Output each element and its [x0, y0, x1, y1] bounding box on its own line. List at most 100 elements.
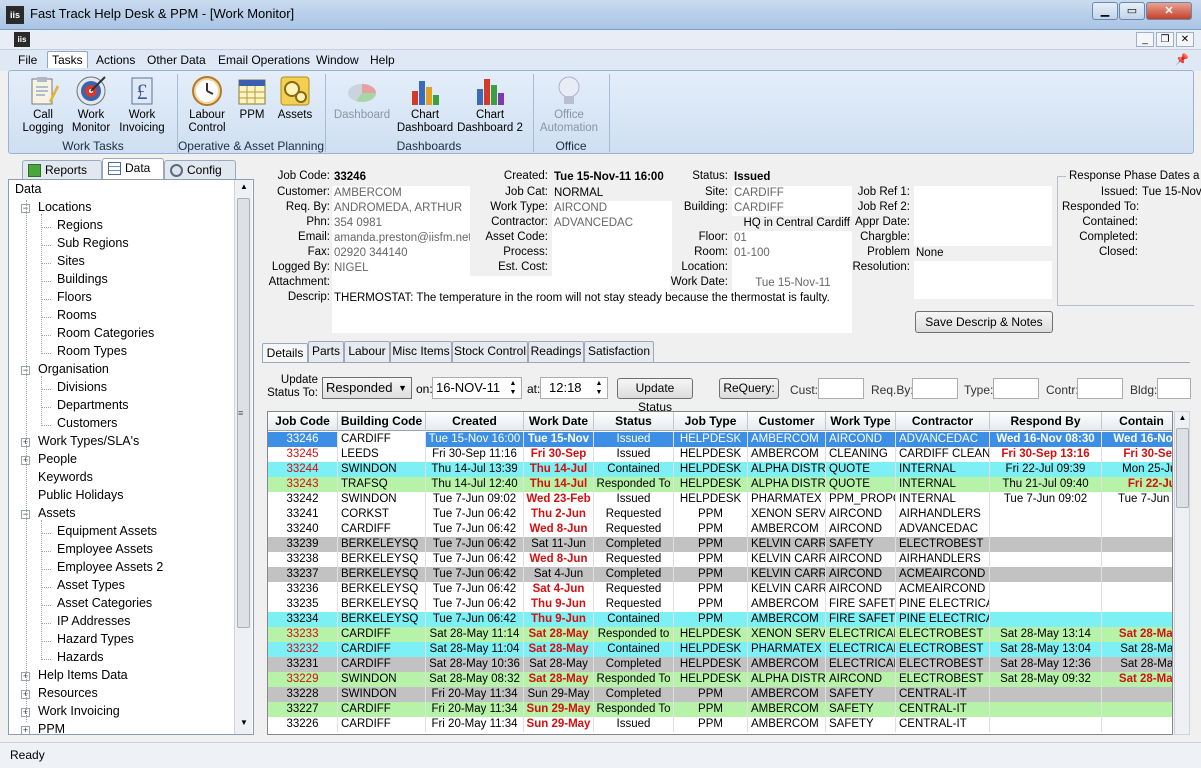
tab-config[interactable]: Config — [164, 160, 236, 180]
tree-item-data[interactable]: Data — [15, 182, 41, 196]
save-descrip-button[interactable]: Save Descrip & Notes — [915, 311, 1053, 333]
tab-stock-control[interactable]: Stock Control — [452, 341, 528, 362]
update-status-button[interactable]: Update Status — [617, 378, 693, 414]
contr-filter-input[interactable] — [1077, 378, 1123, 399]
chart-dashboard-button[interactable]: Chart Dashboard — [393, 75, 457, 135]
field-location[interactable] — [732, 261, 852, 276]
menu-help[interactable]: Help — [370, 53, 395, 67]
expand-icon[interactable]: + — [21, 726, 30, 734]
labour-control-button[interactable]: Labour Control — [183, 75, 231, 135]
tree-item-asset-categories[interactable]: Asset Categories — [57, 596, 152, 610]
bldg-filter-input[interactable] — [1157, 378, 1191, 399]
ppm-button[interactable]: PPM — [233, 75, 271, 122]
table-row[interactable]: 33229 SWINDON Sat 28-May 08:32 Sat 28-May Re… — [268, 672, 1172, 687]
status-select[interactable]: Responded ▼ — [322, 377, 412, 399]
menu-actions[interactable]: Actions — [96, 53, 135, 67]
call-logging-button[interactable]: Call Logging — [15, 75, 71, 135]
work-invoicing-button[interactable]: £ Work Invoicing — [117, 75, 167, 135]
field-job_cat[interactable]: NORMAL — [552, 186, 672, 201]
menu-email-operations[interactable]: Email Operations — [218, 53, 310, 67]
cust-filter-input[interactable] — [818, 378, 864, 399]
field-chargble[interactable] — [914, 231, 1052, 246]
tree-item-work-invoicing[interactable]: Work Invoicing — [38, 704, 120, 718]
splitter-grip[interactable]: ≡ — [238, 408, 243, 418]
field-logged_by[interactable]: NIGEL — [332, 261, 470, 276]
maximize-button[interactable]: ▭ — [1119, 2, 1145, 20]
tab-reports[interactable]: Reports — [22, 160, 102, 180]
chart-dashboard-2-button[interactable]: Chart Dashboard 2 — [457, 75, 523, 135]
table-row[interactable]: 33239 BERKELEYSQ Tue 7-Jun 06:42 Sat 11-Jun… — [268, 537, 1172, 552]
grid-scroll-thumb[interactable] — [1176, 428, 1189, 508]
table-row[interactable]: 33231 CARDIFF Sat 28-May 10:36 Sat 28-May Co… — [268, 657, 1172, 672]
tree-item-resources[interactable]: Resources — [38, 686, 98, 700]
table-row[interactable]: 33243 TRAFSQ Thu 14-Jul 12:40 Thu 14-Jul Res… — [268, 477, 1172, 492]
type-filter-input[interactable] — [993, 378, 1039, 399]
field-process[interactable] — [552, 246, 672, 261]
assets-button[interactable]: Assets — [275, 75, 315, 122]
table-row[interactable]: 33240 CARDIFF Tue 7-Jun 06:42 Wed 8-Jun Requ… — [268, 522, 1172, 537]
table-row[interactable]: 33232 CARDIFF Sat 28-May 11:04 Sat 28-May Co… — [268, 642, 1172, 657]
column-header-contractor[interactable]: Contractor — [896, 412, 990, 431]
field-est_cost[interactable] — [552, 261, 672, 276]
tree-item-employee-assets-2[interactable]: Employee Assets 2 — [57, 560, 163, 574]
table-row[interactable]: 33241 CORKST Tue 7-Jun 06:42 Thu 2-Jun Reque… — [268, 507, 1172, 522]
table-row[interactable]: 33228 SWINDON Fri 20-May 11:34 Sun 29-May Co… — [268, 687, 1172, 702]
mdi-restore-button[interactable]: ❐ — [1156, 32, 1174, 47]
column-header-job-type[interactable]: Job Type — [674, 412, 748, 431]
tree-item-departments[interactable]: Departments — [57, 398, 129, 412]
field-descrip[interactable]: THERMOSTAT: The temperature in the room … — [332, 291, 852, 333]
mdi-minimize-button[interactable]: _ — [1136, 32, 1154, 47]
tree-item-hazards[interactable]: Hazards — [57, 650, 104, 664]
table-row[interactable]: 33245 LEEDS Fri 30-Sep 11:16 Fri 30-Sep Issu… — [268, 447, 1172, 462]
table-row[interactable]: 33244 SWINDON Thu 14-Jul 13:39 Thu 14-Jul Co… — [268, 462, 1172, 477]
status-time-input[interactable]: 12:18 ▲ ▼ — [540, 377, 608, 399]
grid-scrollbar[interactable]: ▲ — [1174, 411, 1190, 735]
field-attachment[interactable] — [332, 276, 670, 291]
field-site[interactable]: CARDIFF — [732, 186, 852, 201]
field-contractor[interactable]: ADVANCEDAC — [552, 216, 672, 231]
tab-labour[interactable]: Labour — [344, 341, 390, 362]
tab-misc-items[interactable]: Misc Items — [390, 341, 452, 362]
field-building[interactable]: CARDIFF — [732, 201, 852, 216]
tree-item-assets[interactable]: Assets — [38, 506, 76, 520]
table-row[interactable]: 33234 BERKELEYSQ Tue 7-Jun 06:42 Thu 9-Jun C… — [268, 612, 1172, 627]
tab-readings[interactable]: Readings — [528, 341, 584, 362]
field-room[interactable]: 01-100 — [732, 246, 852, 261]
tree-item-sub-regions[interactable]: Sub Regions — [57, 236, 129, 250]
tree-item-asset-types[interactable]: Asset Types — [57, 578, 125, 592]
table-row[interactable]: 33246 CARDIFF Tue 15-Nov 16:00 Tue 15-Nov Is… — [268, 432, 1172, 447]
column-header-work-type[interactable]: Work Type — [826, 412, 896, 431]
tree-item-floors[interactable]: Floors — [57, 290, 92, 304]
field-customer[interactable]: AMBERCOM — [332, 186, 470, 201]
column-header-status[interactable]: Status — [594, 412, 674, 431]
spin-arrows-icon[interactable]: ▲ ▼ — [593, 379, 605, 397]
menu-file[interactable]: File — [18, 53, 37, 67]
pin-icon[interactable]: 📌 — [1175, 53, 1189, 66]
menu-other-data[interactable]: Other Data — [147, 53, 206, 67]
column-header-job-code[interactable]: Job Code — [268, 412, 338, 431]
work-monitor-button[interactable]: Work Monitor — [69, 75, 113, 135]
field-job_ref1[interactable] — [914, 186, 1052, 201]
tree-item-ip-addresses[interactable]: IP Addresses — [57, 614, 130, 628]
field-req_by[interactable]: ANDROMEDA, ARTHUR — [332, 201, 470, 216]
tree-item-sites[interactable]: Sites — [57, 254, 85, 268]
field-job_code[interactable]: 33246 — [332, 170, 470, 185]
table-row[interactable]: 33236 BERKELEYSQ Tue 7-Jun 06:42 Sat 4-Jun R… — [268, 582, 1172, 597]
scroll-up-arrow-icon[interactable]: ▲ — [1176, 413, 1189, 425]
tree-scrollbar[interactable]: ▲ ▼ — [234, 180, 252, 734]
table-row[interactable]: 33242 SWINDON Tue 7-Jun 09:02 Wed 23-Feb Iss… — [268, 492, 1172, 507]
tree-item-organisation[interactable]: Organisation — [38, 362, 109, 376]
scroll-down-arrow-icon[interactable]: ▼ — [237, 718, 251, 730]
column-header-work-date[interactable]: Work Date — [524, 412, 594, 431]
mdi-close-button[interactable]: ✕ — [1176, 32, 1194, 47]
table-row[interactable]: 33237 BERKELEYSQ Tue 7-Jun 06:42 Sat 4-Jun C… — [268, 567, 1172, 582]
tree-item-customers[interactable]: Customers — [57, 416, 117, 430]
table-row[interactable]: 33238 BERKELEYSQ Tue 7-Jun 06:42 Wed 8-Jun R… — [268, 552, 1172, 567]
field-phn[interactable]: 354 0981 — [332, 216, 470, 231]
tree-item-help-items-data[interactable]: Help Items Data — [38, 668, 128, 682]
field-work_type[interactable]: AIRCOND — [552, 201, 672, 216]
column-header-contain[interactable]: Contain — [1102, 412, 1172, 431]
tree-item-buildings[interactable]: Buildings — [57, 272, 108, 286]
tree-item-ppm[interactable]: PPM — [38, 722, 65, 734]
tree-item-rooms[interactable]: Rooms — [57, 308, 97, 322]
